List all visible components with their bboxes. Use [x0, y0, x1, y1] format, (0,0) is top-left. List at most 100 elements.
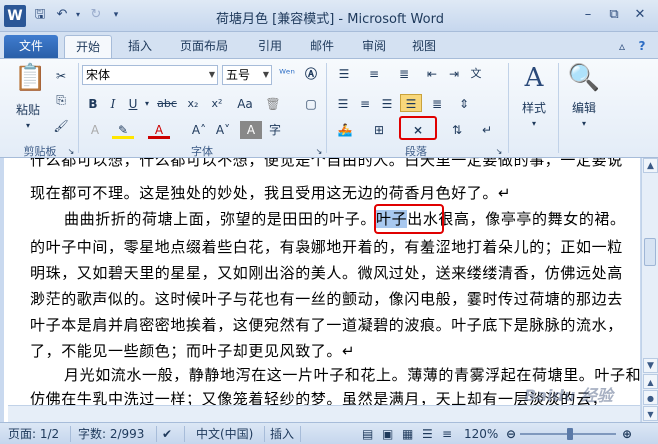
tab-references[interactable]: 引用: [248, 35, 292, 58]
doc-line: 渺茫的歌声似的。这时候叶子与花也有一丝的颤动，像闪电般，霎时传过荷塘的那边去: [30, 290, 623, 308]
increase-indent-icon[interactable]: ⇥: [444, 65, 464, 83]
horizontal-scrollbar[interactable]: [8, 405, 640, 422]
sort-icon[interactable]: ⇅: [446, 121, 468, 139]
draft-view-icon[interactable]: ≡: [442, 426, 452, 442]
superscript-icon[interactable]: x²: [206, 95, 228, 113]
show-marks-icon[interactable]: ↵: [476, 121, 498, 139]
ribbon-tab-row: 文件 开始 插入 页面布局 引用 邮件 审阅 视图 ▵ ?: [0, 32, 658, 58]
tab-view[interactable]: 视图: [402, 35, 446, 58]
zoom-in-icon[interactable]: ⊕: [622, 426, 632, 442]
word-count[interactable]: 字数: 2/993: [78, 426, 144, 442]
align-left-icon[interactable]: ☰: [332, 95, 354, 113]
enclose-characters-icon[interactable]: Ⓐ: [300, 65, 322, 83]
document-page[interactable]: 什么都可以想，什么都可以不想，便觉是个自由的人。白天里一定要做的事，一定要说 现…: [4, 158, 640, 422]
bullets-icon[interactable]: ☰: [332, 65, 356, 83]
page-indicator[interactable]: 页面: 1/2: [8, 426, 59, 442]
full-screen-view-icon[interactable]: ▣: [382, 426, 393, 442]
web-layout-view-icon[interactable]: ▦: [402, 426, 413, 442]
chinese-layout-icon[interactable]: 文: [466, 65, 486, 83]
cut-icon[interactable]: ✂: [52, 67, 70, 85]
character-shading-icon[interactable]: A: [240, 121, 262, 139]
customize-qat-icon[interactable]: ▾: [108, 7, 124, 23]
strikethrough-icon[interactable]: abc: [156, 95, 178, 113]
next-page-icon[interactable]: ▼: [643, 406, 658, 421]
justify-icon[interactable]: ☰: [400, 94, 422, 112]
font-name-combo[interactable]: 宋体 ▼: [82, 65, 218, 85]
subscript-icon[interactable]: x₂: [182, 95, 204, 113]
restore-button[interactable]: ⧉: [602, 5, 626, 25]
align-right-icon[interactable]: ☰: [376, 95, 398, 113]
word-app-icon[interactable]: W: [4, 5, 26, 27]
window-title: 荷塘月色 [兼容模式] - Microsoft Word: [216, 12, 444, 27]
enclose-text-icon[interactable]: 字: [264, 121, 286, 139]
editing-dropdown-icon[interactable]: ▾: [578, 115, 590, 133]
language-indicator[interactable]: 中文(中国): [196, 426, 253, 442]
shading-icon[interactable]: 🚣: [332, 121, 358, 139]
close-button[interactable]: ✕: [628, 5, 652, 25]
doc-line: 什么都可以想，什么都可以不想，便觉是个自由的人。白天里一定要做的事，一定要说: [30, 158, 623, 169]
numbering-icon[interactable]: ≡: [362, 65, 386, 83]
group-divider: [326, 63, 327, 153]
browse-object-icon[interactable]: ●: [643, 390, 658, 405]
text-effects-icon[interactable]: A: [84, 121, 106, 139]
change-case-icon[interactable]: Aa: [234, 95, 256, 113]
shrink-font-icon[interactable]: A˅: [212, 121, 234, 139]
paste-dropdown-icon[interactable]: ▾: [22, 117, 34, 135]
align-center-icon[interactable]: ≡: [354, 95, 376, 113]
proofing-icon[interactable]: ✔: [162, 426, 172, 442]
previous-page-icon[interactable]: ▲: [643, 374, 658, 389]
zoom-level[interactable]: 120%: [464, 426, 498, 442]
undo-dropdown-icon[interactable]: ▾: [70, 7, 86, 23]
font-color-icon[interactable]: A: [148, 121, 170, 139]
minimize-ribbon-icon[interactable]: ▵: [614, 38, 630, 54]
borders-icon[interactable]: ⊞: [366, 121, 392, 139]
save-icon[interactable]: 🖫: [32, 7, 48, 23]
binoculars-icon[interactable]: 🔍: [564, 63, 604, 97]
clear-formatting-icon[interactable]: 🗑: [262, 95, 284, 113]
grow-font-icon[interactable]: A˄: [188, 121, 210, 139]
scroll-up-icon[interactable]: ▲: [643, 158, 658, 173]
tab-page-layout[interactable]: 页面布局: [168, 35, 240, 58]
undo-icon[interactable]: ↶: [54, 7, 70, 23]
outline-view-icon[interactable]: ☰: [422, 426, 433, 442]
help-icon[interactable]: ?: [634, 38, 650, 54]
doc-text: 曲曲折折的荷塘上面，弥望的是田田的叶子。: [64, 210, 377, 228]
italic-icon[interactable]: I: [104, 95, 122, 113]
insert-mode[interactable]: 插入: [270, 426, 294, 442]
paste-icon[interactable]: 📋: [14, 63, 46, 97]
chevron-down-icon: ▼: [262, 70, 269, 79]
styles-icon[interactable]: A: [514, 63, 554, 97]
print-layout-view-icon[interactable]: ▤: [362, 426, 373, 442]
tab-insert[interactable]: 插入: [118, 35, 162, 58]
minimize-button[interactable]: –: [576, 5, 600, 25]
copy-icon[interactable]: ⎘: [52, 91, 70, 109]
status-divider: [70, 426, 71, 442]
phonetic-guide-icon[interactable]: ᵂᵉⁿ: [276, 65, 298, 83]
character-border-icon[interactable]: ▢: [300, 95, 322, 113]
underline-icon[interactable]: U: [124, 95, 142, 113]
line-spacing-icon[interactable]: ⇕: [452, 95, 476, 113]
format-painter-icon[interactable]: 🖌: [52, 117, 70, 135]
redo-icon[interactable]: ↻: [88, 7, 104, 23]
ribbon-home: 📋 粘贴 ▾ ✂ ⎘ 🖌 剪贴板 ↘ 宋体 ▼ 五号 ▼ ᵂᵉⁿ Ⓐ B I U…: [0, 58, 658, 158]
scroll-thumb[interactable]: [644, 238, 656, 266]
clipboard-group-label: 剪贴板: [23, 145, 57, 158]
scroll-down-icon[interactable]: ▼: [643, 358, 658, 373]
decrease-indent-icon[interactable]: ⇤: [422, 65, 442, 83]
distributed-icon[interactable]: ≣: [426, 95, 448, 113]
tab-mailings[interactable]: 邮件: [300, 35, 344, 58]
tab-file[interactable]: 文件: [4, 35, 58, 58]
styles-dropdown-icon[interactable]: ▾: [528, 115, 540, 133]
multilevel-list-icon[interactable]: ≣: [392, 65, 416, 83]
vertical-scrollbar[interactable]: ▲ ▼ ▲ ● ▼: [641, 158, 658, 422]
watermark: Baidu 经验: [524, 386, 613, 405]
highlight-icon[interactable]: ✎: [112, 121, 134, 139]
zoom-slider-thumb[interactable]: [567, 428, 574, 440]
bold-icon[interactable]: B: [84, 95, 102, 113]
tab-home[interactable]: 开始: [64, 35, 112, 58]
tab-review[interactable]: 审阅: [352, 35, 396, 58]
underline-dropdown-icon[interactable]: ▾: [142, 95, 152, 113]
font-size-combo[interactable]: 五号 ▼: [222, 65, 272, 85]
doc-line: 了，不能见一些颜色；而叶子却更见风致了。↵: [30, 342, 356, 360]
zoom-out-icon[interactable]: ⊖: [506, 426, 516, 442]
